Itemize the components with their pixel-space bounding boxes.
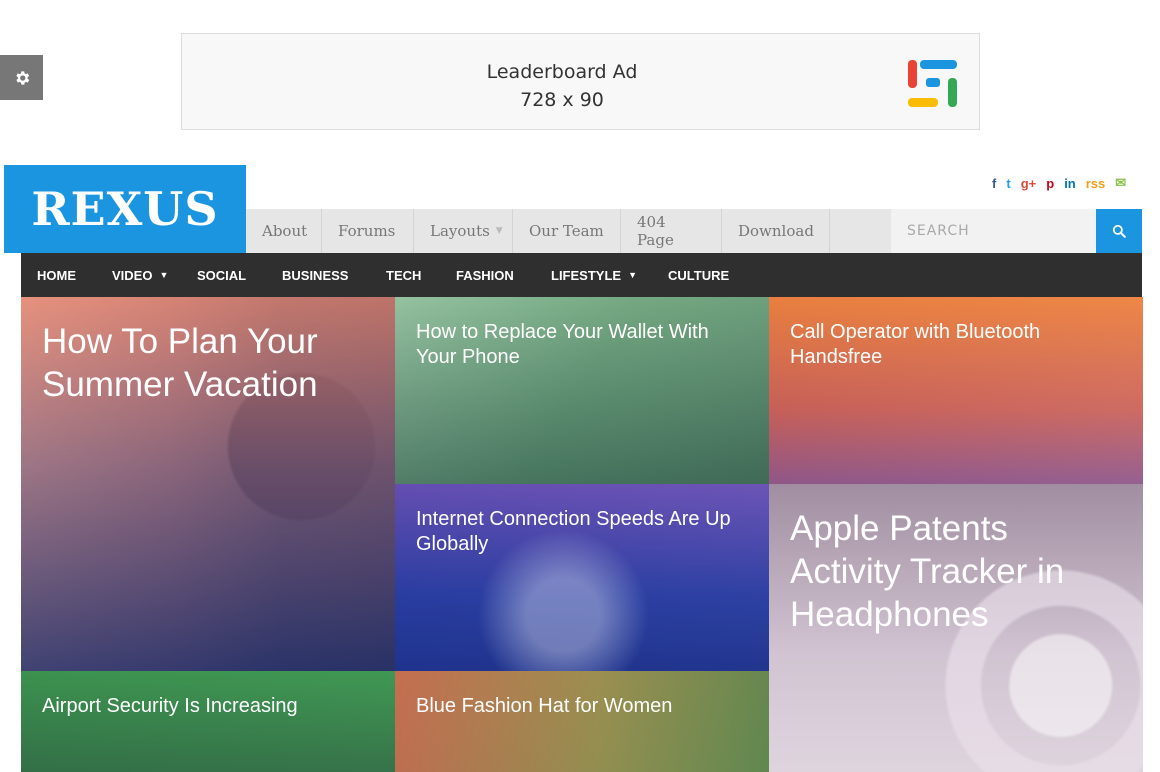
top-menu-item-about[interactable]: About: [246, 209, 322, 253]
search-input[interactable]: [891, 209, 1096, 253]
gear-icon: [15, 70, 29, 85]
main-menu-item-tech[interactable]: TECH: [386, 253, 421, 297]
top-menu: About Forums Layouts ▼ Our Team 404 Page Downl…: [246, 209, 891, 253]
main-menu-item-lifestyle[interactable]: LIFESTYLE ▼: [551, 253, 637, 297]
main-menu-item-culture[interactable]: CULTURE: [668, 253, 729, 297]
search-button[interactable]: [1096, 209, 1142, 253]
google-plus-icon[interactable]: g+: [1021, 176, 1037, 191]
facebook-icon[interactable]: f: [992, 176, 996, 191]
social-links: f t g+ p in rss ✉: [984, 175, 1126, 191]
top-menu-item-layouts[interactable]: Layouts ▼: [414, 209, 513, 253]
main-menu-label: FASHION: [456, 267, 514, 283]
top-menu-label: Our Team: [529, 222, 604, 240]
chevron-down-icon: ▼: [628, 270, 637, 280]
main-menu-label: BUSINESS: [282, 267, 349, 283]
email-icon[interactable]: ✉: [1115, 175, 1126, 191]
main-menu-item-business[interactable]: BUSINESS: [282, 253, 348, 297]
post-title: Blue Fashion Hat for Women: [416, 695, 673, 717]
ad-title: Leaderboard Ad: [486, 61, 638, 83]
twitter-icon[interactable]: t: [1006, 176, 1010, 191]
top-menu-label: Download: [738, 222, 814, 240]
main-menu-label: HOME: [37, 267, 76, 283]
featured-post-apple-headphones[interactable]: Apple Patents Activity Tracker in Headph…: [769, 484, 1143, 772]
top-menu-item-our-team[interactable]: Our Team: [513, 209, 621, 253]
search-icon: [1112, 224, 1126, 238]
chevron-down-icon: ▼: [159, 270, 169, 280]
featured-post-airport-security[interactable]: Airport Security Is Increasing: [21, 671, 395, 772]
top-menu-label: 404 Page: [637, 213, 674, 249]
post-title: Call Operator with Bluetooth Handsfree: [790, 321, 1041, 368]
linkedin-icon[interactable]: in: [1064, 176, 1076, 191]
stacked-bars-logo-icon: [908, 60, 957, 107]
main-menu-item-fashion[interactable]: FASHION: [456, 253, 514, 297]
top-menu-label: Forums: [338, 222, 396, 240]
ad-size: 728 x 90: [520, 89, 604, 111]
main-menu-label: CULTURE: [668, 267, 730, 283]
pinterest-icon[interactable]: p: [1046, 176, 1054, 191]
main-menu-label: LIFESTYLE: [551, 267, 622, 283]
post-title: How to Replace Your Wallet With Your Pho…: [416, 321, 709, 368]
main-menu-item-home[interactable]: HOME: [37, 253, 76, 297]
main-menu-item-video[interactable]: VIDEO ▼: [112, 253, 168, 297]
main-menu-label: TECH: [386, 267, 422, 283]
main-menu: HOME VIDEO ▼ SOCIAL BUSINESS TECH FASHION LIFES…: [21, 253, 1142, 297]
top-menu-label: Layouts: [430, 222, 490, 240]
featured-post-bluetooth-handsfree[interactable]: Call Operator with Bluetooth Handsfree: [769, 297, 1143, 484]
top-menu-item-download[interactable]: Download: [722, 209, 830, 253]
main-menu-item-social[interactable]: SOCIAL: [197, 253, 246, 297]
ad-text: Leaderboard Ad 728 x 90: [182, 58, 942, 114]
post-title: Apple Patents Activity Tracker in Headph…: [790, 509, 1065, 634]
post-title: How To Plan Your Summer Vacation: [42, 322, 318, 404]
chevron-down-icon: ▼: [495, 226, 503, 236]
post-title: Internet Connection Speeds Are Up Global…: [416, 508, 731, 555]
featured-post-wallet-phone[interactable]: How to Replace Your Wallet With Your Pho…: [395, 297, 769, 484]
rss-icon[interactable]: rss: [1086, 176, 1106, 191]
site-logo[interactable]: REXUS: [4, 165, 246, 253]
top-menu-item-404-page[interactable]: 404 Page: [621, 209, 722, 253]
main-menu-label: VIDEO: [112, 267, 153, 283]
leaderboard-ad[interactable]: Leaderboard Ad 728 x 90: [181, 33, 980, 130]
top-menu-label: About: [262, 222, 308, 240]
top-menu-item-forums[interactable]: Forums: [322, 209, 414, 253]
featured-post-internet-speeds[interactable]: Internet Connection Speeds Are Up Global…: [395, 484, 769, 671]
logo-text: REXUS: [31, 182, 219, 236]
featured-post-fashion-hat[interactable]: Blue Fashion Hat for Women: [395, 671, 769, 772]
featured-post-summer-vacation[interactable]: How To Plan Your Summer Vacation: [21, 297, 395, 671]
settings-toggle[interactable]: [0, 55, 43, 100]
post-title: Airport Security Is Increasing: [42, 695, 298, 717]
main-menu-label: SOCIAL: [197, 267, 247, 283]
